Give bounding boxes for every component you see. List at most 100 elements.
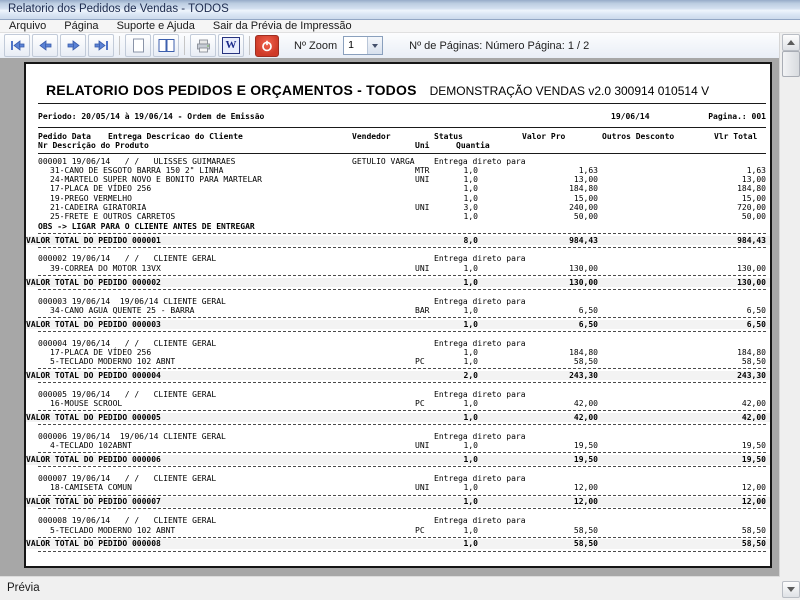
next-page-button[interactable]	[60, 34, 86, 57]
preview-area: RELATORIO DOS PEDIDOS E ORÇAMENTOS - TOD…	[0, 58, 780, 577]
prev-page-button[interactable]	[32, 34, 58, 57]
first-page-button[interactable]	[4, 34, 30, 57]
order-header-line: 000004 19/06/14 / / CLIENTE GERALEntrega…	[38, 339, 766, 348]
zoom-select[interactable]: 1	[343, 36, 383, 55]
item-uni: UNI	[415, 175, 429, 184]
order-entrega-status: Entrega direto para	[434, 297, 526, 306]
order-total-qty: 1,0	[436, 497, 478, 506]
title-bar: Relatorio dos Pedidos de Vendas - TODOS	[0, 0, 800, 20]
item-line: 39-CORREA DO MOTOR 13VXUNI1,0130,00130,0…	[38, 264, 766, 273]
status-text: Prévia	[7, 582, 40, 594]
power-exit-icon	[260, 39, 274, 53]
item-valor: 58,50	[498, 526, 598, 535]
dashed-separator	[38, 247, 766, 248]
zoom-dropdown-button[interactable]	[367, 37, 382, 54]
dashed-separator	[38, 233, 766, 234]
report-title: RELATORIO DOS PEDIDOS E ORÇAMENTOS - TOD…	[46, 82, 417, 98]
print-button[interactable]	[190, 34, 216, 57]
item-name: 19-PREGO VERMELHO	[50, 194, 132, 203]
col-nr-produto: Nr Descrição do Produto	[38, 141, 149, 150]
horizontal-rule	[38, 127, 766, 128]
item-qty: 1,0	[436, 306, 478, 315]
order-total-qty: 1,0	[436, 320, 478, 329]
order-total-label: VALOR TOTAL DO PEDIDO 000001	[26, 236, 161, 245]
print-icon	[196, 39, 211, 53]
scroll-up-button[interactable]	[782, 34, 800, 51]
export-word-button[interactable]: W	[218, 34, 244, 57]
order-total-qty: 2,0	[436, 371, 478, 380]
last-page-button[interactable]	[88, 34, 114, 57]
col-outros-desconto: Outros Desconto	[602, 132, 674, 141]
order-total-valor: 243,30	[498, 371, 598, 380]
order-total-valor: 12,00	[498, 497, 598, 506]
item-line: 17-PLACA DE VÍDEO 2561,0184,80184,80	[38, 348, 766, 357]
item-total: 130,00	[658, 264, 766, 273]
order-total-value: 19,50	[658, 455, 766, 464]
pages-indicator: Nº de Páginas: Número Página: 1 / 2	[409, 40, 589, 52]
single-page-view-button[interactable]	[125, 34, 151, 57]
order-total-label: VALOR TOTAL DO PEDIDO 000006	[26, 455, 161, 464]
vertical-scrollbar[interactable]	[779, 33, 800, 600]
item-total: 184,80	[658, 184, 766, 193]
item-name: 17-PLACA DE VÍDEO 256	[50, 184, 151, 193]
scroll-down-button[interactable]	[782, 581, 800, 598]
horizontal-rule	[38, 103, 766, 104]
item-line: 31-CANO DE ESGOTO BARRA 150 2" LINHAMTR1…	[38, 166, 766, 175]
order-entrega-status: Entrega direto para	[434, 339, 526, 348]
toolbar-separator	[184, 36, 185, 55]
order-total-line: VALOR TOTAL DO PEDIDO 0000031,06,506,50	[26, 320, 770, 329]
order-obs: OBS -> LIGAR PARA O CLIENTE ANTES DE ENT…	[38, 222, 255, 231]
order-total-valor: 6,50	[498, 320, 598, 329]
menu-sair-previa[interactable]: Sair da Prévia de Impressão	[204, 20, 361, 32]
dashed-separator	[38, 466, 766, 467]
order-entrega-status: Entrega direto para	[434, 474, 526, 483]
order-total-label: VALOR TOTAL DO PEDIDO 000008	[26, 539, 161, 548]
order-total-line: VALOR TOTAL DO PEDIDO 0000051,042,0042,0…	[26, 413, 770, 422]
order-header-line: 000003 19/06/14 19/06/14 CLIENTE GERAL En…	[38, 297, 766, 306]
last-page-icon	[94, 40, 109, 51]
order-header-line: 000002 19/06/14 / / CLIENTE GERALEntrega…	[38, 254, 766, 263]
menu-bar: Arquivo Página Suporte e Ajuda Sair da P…	[0, 20, 800, 33]
col-pedido-data: Pedido Data	[38, 132, 91, 141]
order-total-line: VALOR TOTAL DO PEDIDO 0000071,012,0012,0…	[26, 497, 770, 506]
dashed-separator	[38, 508, 766, 509]
order-total-label: VALOR TOTAL DO PEDIDO 000007	[26, 497, 161, 506]
scrollbar-thumb[interactable]	[782, 51, 800, 77]
order-header-text: 000007 19/06/14 / / CLIENTE GERAL	[38, 474, 216, 483]
col-vlr-total: Vlr Total	[714, 132, 757, 141]
two-pages-view-button[interactable]	[153, 34, 179, 57]
item-name: 34-CANO AGUA QUENTE 25 - BARRA	[50, 306, 195, 315]
order-header-line: 000001 19/06/14 / / ULISSES GUIMARAESGET…	[38, 157, 766, 166]
order-header-text: 000003 19/06/14 19/06/14 CLIENTE GERAL	[38, 297, 226, 306]
item-uni: UNI	[415, 483, 429, 492]
zoom-value: 1	[344, 37, 367, 54]
item-total: 15,00	[658, 194, 766, 203]
chevron-down-icon	[372, 44, 378, 48]
item-uni: PC	[415, 399, 425, 408]
item-name: 4-TECLADO 102ABNT	[50, 441, 132, 450]
order-total-valor: 984,43	[498, 236, 598, 245]
item-valor: 6,50	[498, 306, 598, 315]
report-body: 000001 19/06/14 / / ULISSES GUIMARAESGET…	[38, 157, 766, 559]
item-name: 5-TECLADO MODERNO 102 ABNT	[50, 526, 175, 535]
item-line: 4-TECLADO 102ABNTUNI1,019,5019,50	[38, 441, 766, 450]
exit-preview-button[interactable]	[255, 35, 279, 57]
item-name: 17-PLACA DE VÍDEO 256	[50, 348, 151, 357]
item-qty: 1,0	[436, 399, 478, 408]
toolbar-separator	[119, 36, 120, 55]
toolbar-separator	[249, 36, 250, 55]
menu-pagina[interactable]: Página	[55, 20, 107, 32]
item-qty: 1,0	[436, 212, 478, 221]
order-total-valor: 58,50	[498, 539, 598, 548]
item-line: 5-TECLADO MODERNO 102 ABNTPC1,058,5058,5…	[38, 526, 766, 535]
chevron-up-icon	[787, 40, 795, 45]
item-name: 18-CAMISETA COMUN	[50, 483, 132, 492]
window-title: Relatorio dos Pedidos de Vendas - TODOS	[8, 3, 229, 15]
order-total-value: 42,00	[658, 413, 766, 422]
menu-arquivo[interactable]: Arquivo	[0, 20, 55, 32]
item-name: 31-CANO DE ESGOTO BARRA 150 2" LINHA	[50, 166, 223, 175]
order-total-line: VALOR TOTAL DO PEDIDO 0000018,0984,43984…	[26, 236, 770, 245]
col-quantia: Quantia	[456, 141, 490, 150]
menu-suporte-ajuda[interactable]: Suporte e Ajuda	[108, 20, 204, 32]
col-status: Status	[434, 132, 463, 141]
